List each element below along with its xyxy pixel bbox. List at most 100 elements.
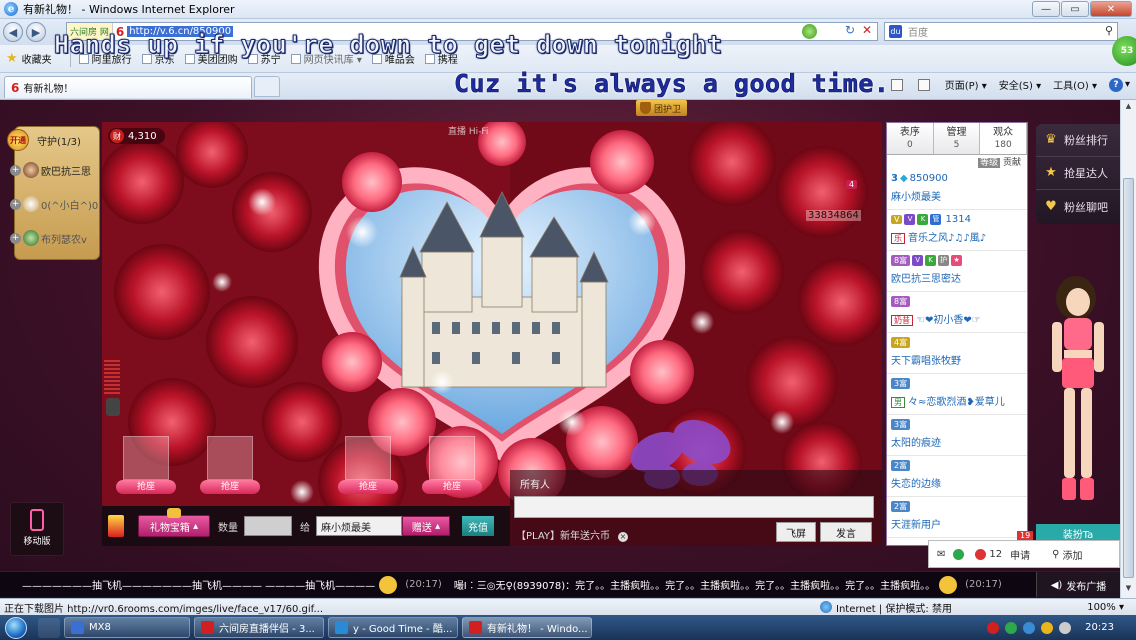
guard-member[interactable]: + 布列瑟农v [10, 221, 99, 255]
security-zone[interactable]: Internet | 保护模式: 禁用 [820, 600, 952, 615]
plus-icon[interactable]: + [10, 164, 21, 176]
phone-icon [30, 509, 44, 531]
back-button[interactable]: ◀ [3, 22, 23, 42]
start-button[interactable] [0, 615, 32, 640]
new-tab-button[interactable] [254, 76, 280, 97]
page-scrollbar[interactable]: ▲ ▼ [1120, 100, 1136, 598]
refresh-icon[interactable]: ↻ [845, 23, 855, 37]
gift-box-button[interactable]: 礼物宝箱 ▴ [138, 508, 210, 537]
taskbar-task[interactable]: 六间房直播伴侣 - 3... [194, 617, 324, 638]
close-notice-icon[interactable]: × [618, 532, 629, 542]
safety-menu[interactable]: 安全(S) ▾ [999, 77, 1041, 92]
tray-icon[interactable] [1005, 621, 1018, 634]
diamond-icon: ◆ [899, 173, 908, 184]
sort-contribution[interactable]: 贡献 [1003, 158, 1021, 168]
zoom-level[interactable]: 100% ▾ [1087, 602, 1124, 613]
taskbar-task[interactable]: MX8 [64, 617, 190, 638]
quicklaunch-icon[interactable] [38, 617, 60, 638]
hifi-label[interactable]: 直播 Hi-Fi [448, 124, 488, 137]
recipient-select[interactable]: 麻小烦最美 [316, 516, 402, 536]
volume-icon[interactable] [1059, 621, 1072, 634]
close-button[interactable]: ✕ [1090, 1, 1132, 17]
list-item[interactable]: 3富 男々≈恋歌烈酒❥爱草儿 [887, 374, 1027, 415]
stop-icon[interactable]: ✕ [862, 23, 872, 37]
list-item[interactable]: 2富 失恋的边缘 [887, 456, 1027, 497]
microphone-icon[interactable] [106, 398, 120, 416]
quantity-label: 数量 [218, 522, 238, 534]
scroll-down-icon[interactable]: ▼ [1123, 584, 1134, 596]
scroll-up-icon[interactable]: ▲ [1123, 102, 1134, 114]
team-guard-button[interactable]: 团护卫 [636, 100, 688, 116]
list-item[interactable]: 3 ◆ 850900 麻小烦最美 [887, 169, 1027, 210]
chat-input[interactable] [514, 496, 874, 518]
money-badge[interactable]: 财 4,310 [108, 128, 165, 144]
taskbar-task[interactable]: y - Good Time - 酷... [328, 617, 458, 638]
favorites-star-icon[interactable]: ★ [6, 51, 18, 66]
window-titlebar: e 有新礼物！ - Windows Internet Explorer — ▭ … [0, 0, 1136, 19]
taskbar-task-active[interactable]: 有新礼物！ - Windo... [462, 617, 592, 638]
search-box[interactable]: du 百度 ⚲ [884, 22, 1118, 41]
list-item[interactable]: 4富 天下霸唱张牧野 [887, 333, 1027, 374]
avatar-character-image[interactable] [1036, 268, 1120, 514]
guard-member[interactable]: + 欧巴抗三思 [10, 153, 99, 187]
volume-meter[interactable] [104, 360, 120, 396]
list-item[interactable]: 3富 太阳的痕迹 [887, 415, 1027, 456]
tab-ranking[interactable]: 表序 0 [887, 123, 934, 154]
grab-seat[interactable]: 抢座 [116, 436, 176, 494]
status-bar: 正在下载图片 http://vr0.6rooms.com/imges/live/… [0, 598, 1136, 615]
list-item[interactable]: 2富 天涯新用户 [887, 497, 1027, 538]
tab-admins[interactable]: 管理 5 [933, 123, 981, 154]
quantity-input[interactable] [244, 516, 292, 536]
grab-seat-button[interactable]: 抢座 [422, 480, 482, 494]
print-icon[interactable] [917, 78, 933, 91]
friends-count[interactable]: 12 [975, 548, 1002, 560]
tray-icon[interactable] [1023, 621, 1036, 634]
fly-screen-button[interactable]: 飞屏 [776, 522, 816, 542]
recharge-button[interactable]: 充值 [462, 516, 494, 536]
minimize-button[interactable]: — [1032, 1, 1060, 17]
mail-icon[interactable] [890, 78, 906, 91]
plus-icon[interactable]: + [10, 198, 21, 210]
video-stage[interactable]: 财 4,310 直播 Hi-Fi 4 33834864 抢座 抢座 抢座 抢座 [102, 122, 882, 546]
tray-icon[interactable] [1041, 621, 1054, 634]
send-gift-button[interactable]: 赠送 ▴ [402, 516, 450, 536]
grab-seat-button[interactable]: 抢座 [116, 480, 176, 494]
tools-menu[interactable]: 工具(O) ▾ [1053, 77, 1097, 92]
grab-seat-button[interactable]: 抢座 [338, 480, 398, 494]
plus-icon[interactable]: + [10, 232, 21, 244]
open-guard-button[interactable]: 开通 [7, 129, 29, 151]
favorites-label[interactable]: 收藏夹 [22, 51, 52, 66]
list-item[interactable]: V V K 管 1314 乐音乐之风♪♫♪風♪ [887, 210, 1027, 251]
forward-button[interactable]: ▶ [26, 22, 46, 42]
list-item[interactable]: 8富 奶昔 ☜❤初小香❤☞ [887, 292, 1027, 333]
list-item[interactable]: 8富 V K 护 ★ 欧巴抗三思密达 [887, 251, 1027, 292]
send-message-button[interactable]: 发言 [820, 522, 872, 542]
scroll-thumb[interactable] [1123, 178, 1134, 578]
chat-target-select[interactable]: 所有人 [520, 476, 550, 491]
publish-broadcast-button[interactable]: ◀) 发布广播 [1036, 572, 1120, 597]
bow-icon [167, 508, 181, 518]
grab-seat-button[interactable]: 抢座 [200, 480, 260, 494]
guard-member[interactable]: + 0(^小白^)0 [10, 187, 99, 221]
clock[interactable]: 20:23 [1085, 622, 1114, 633]
help-menu[interactable]: ? ▾ [1108, 77, 1130, 92]
tray-icon[interactable] [987, 621, 1000, 634]
grab-seat[interactable]: 抢座 [338, 436, 398, 494]
tab-active[interactable]: 6 有新礼物！ [4, 76, 252, 98]
maximize-button[interactable]: ▭ [1061, 1, 1089, 17]
tab-audience[interactable]: 观众 180 [980, 123, 1028, 154]
grab-seat[interactable]: 抢座 [200, 436, 260, 494]
star-grabber-button[interactable]: ★ 抢星达人 [1036, 157, 1120, 190]
page-menu[interactable]: 页面(P) ▾ [945, 77, 987, 92]
search-icon[interactable]: ⚲ [1105, 24, 1113, 37]
add-friend-button[interactable]: ⚲ 添加 [1052, 547, 1082, 562]
mail-icon[interactable]: ✉ [937, 549, 945, 560]
speed-ball-icon[interactable]: 53 [1112, 36, 1136, 66]
sort-level[interactable]: 等级 [978, 158, 1001, 168]
mobile-version-button[interactable]: 移动版 [10, 502, 64, 556]
fan-chat-button[interactable]: ♥ 粉丝聊吧 [1036, 190, 1120, 223]
grab-seat[interactable]: 抢座 [422, 436, 482, 494]
compat-view-icon[interactable] [802, 24, 817, 39]
apply-button[interactable]: 申请 [1010, 547, 1030, 562]
fan-ranking-button[interactable]: ♛ 粉丝排行 [1036, 124, 1120, 157]
